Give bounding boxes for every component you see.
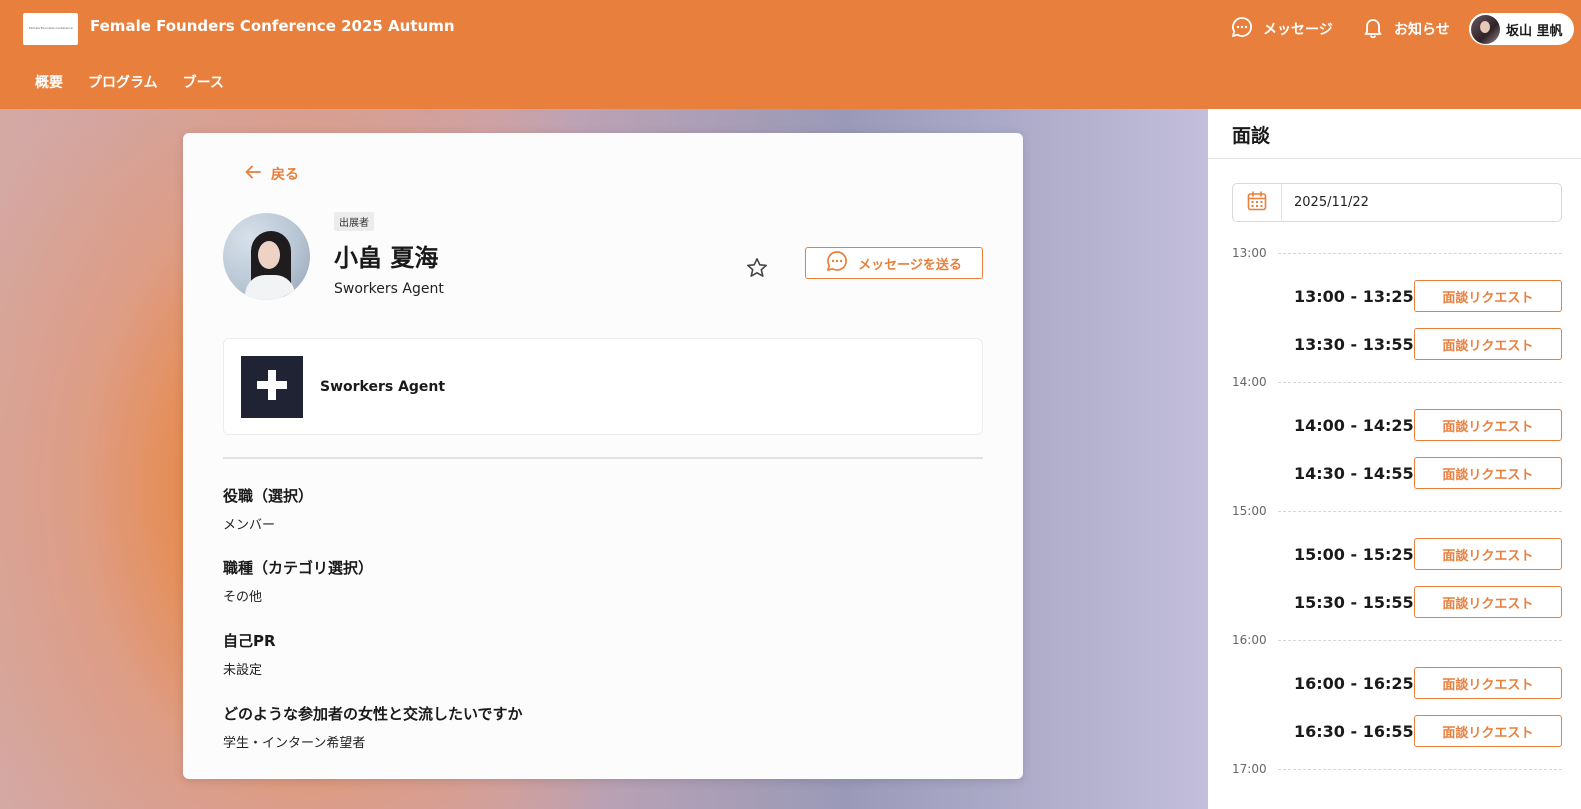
hour-divider: 14:00 [1232, 375, 1562, 389]
profile-photo [223, 213, 310, 300]
sidebar-title: 面談 [1232, 125, 1271, 147]
slot-time: 13:30 - 13:55 [1294, 334, 1414, 354]
role-badge: 出展者 [334, 212, 374, 231]
time-slot: 16:30 - 16:55 面談リクエスト [1294, 715, 1562, 747]
header-messages-label: メッセージ [1263, 22, 1333, 38]
divider [1208, 158, 1581, 159]
back-button[interactable]: 戻る [245, 164, 299, 184]
slot-time: 15:00 - 15:25 [1294, 544, 1414, 564]
star-outline-icon [745, 256, 769, 284]
field-label: 職種（カテゴリ選択） [223, 559, 374, 577]
time-slot: 13:00 - 13:25 面談リクエスト [1294, 280, 1562, 312]
meeting-request-button[interactable]: 面談リクエスト [1413, 538, 1562, 570]
avatar [1471, 14, 1500, 44]
header-notifications-button[interactable]: お知らせ [1362, 16, 1450, 42]
company-card[interactable]: Sworkers Agent [223, 338, 983, 435]
hour-label: 16:00 [1232, 633, 1267, 647]
time-slot: 13:30 - 13:55 面談リクエスト [1294, 328, 1562, 360]
top-header: Female Founders Conference Female Founde… [0, 0, 1581, 109]
field-value: その他 [223, 590, 263, 605]
time-slot: 15:00 - 15:25 面談リクエスト [1294, 538, 1562, 570]
person-name: 小畠 夏海 [334, 244, 439, 272]
hour-label: 15:00 [1232, 504, 1267, 518]
send-message-button[interactable]: メッセージを送る [805, 247, 983, 279]
time-slot: 14:30 - 14:55 面談リクエスト [1294, 457, 1562, 489]
meeting-sidebar[interactable]: 面談 2025/11/22 13:00 13:00 - 13:25 面談リクエス… [1208, 109, 1581, 809]
slot-time: 14:30 - 14:55 [1294, 463, 1414, 483]
slot-time: 16:30 - 16:55 [1294, 721, 1414, 741]
tab-program[interactable]: プログラム [88, 72, 158, 92]
arrow-left-icon [245, 165, 261, 183]
chat-bubble-icon [826, 250, 848, 276]
slot-time: 16:00 - 16:25 [1294, 673, 1414, 693]
meeting-request-button[interactable]: 面談リクエスト [1413, 715, 1562, 747]
date-picker[interactable]: 2025/11/22 [1232, 183, 1562, 222]
event-logo[interactable]: Female Founders Conference [23, 13, 78, 45]
event-title: Female Founders Conference 2025 Autumn [90, 17, 455, 35]
field-self-pr: 自己PR 未設定 [223, 630, 276, 678]
field-desired-contacts: どのような参加者の女性と交流したいですか 学生・インターン希望者 [223, 703, 523, 751]
send-message-label: メッセージを送る [858, 257, 962, 273]
hour-divider: 15:00 [1232, 504, 1562, 518]
plus-mark-icon [254, 367, 290, 407]
field-value: 未設定 [223, 663, 263, 678]
time-slot: 16:00 - 16:25 面談リクエスト [1294, 667, 1562, 699]
slot-time: 13:00 - 13:25 [1294, 286, 1414, 306]
field-position: 役職（選択） メンバー [223, 485, 313, 533]
hour-divider: 13:00 [1232, 246, 1562, 260]
tab-booth[interactable]: ブース [183, 72, 224, 92]
time-slot: 14:00 - 14:25 面談リクエスト [1294, 409, 1562, 441]
date-value: 2025/11/22 [1294, 195, 1369, 210]
meeting-request-button[interactable]: 面談リクエスト [1413, 667, 1562, 699]
main-nav: 概要 プログラム ブース [35, 72, 224, 92]
meeting-request-button[interactable]: 面談リクエスト [1413, 328, 1562, 360]
field-label: 自己PR [223, 632, 276, 650]
hour-label: 13:00 [1232, 246, 1267, 260]
meeting-request-button[interactable]: 面談リクエスト [1413, 586, 1562, 618]
favorite-button[interactable] [734, 247, 780, 293]
meeting-request-button[interactable]: 面談リクエスト [1413, 280, 1562, 312]
company-logo [241, 356, 303, 418]
profile-card: 戻る 出展者 小畠 夏海 Sworkers Agent メッセージを送る Swo… [183, 133, 1023, 779]
bell-icon [1362, 16, 1384, 42]
hour-label: 14:00 [1232, 375, 1267, 389]
hour-divider: 17:00 [1232, 762, 1562, 776]
person-company: Sworkers Agent [334, 281, 444, 297]
hour-label: 17:00 [1232, 762, 1267, 776]
user-name: 坂山 里帆 [1506, 23, 1563, 39]
hour-divider: 16:00 [1232, 633, 1562, 647]
chat-bubble-icon [1231, 16, 1253, 42]
field-value: メンバー [223, 518, 276, 533]
field-job-category: 職種（カテゴリ選択） その他 [223, 557, 373, 605]
meeting-request-button[interactable]: 面談リクエスト [1413, 457, 1562, 489]
slot-time: 15:30 - 15:55 [1294, 592, 1414, 612]
slot-time: 14:00 - 14:25 [1294, 415, 1414, 435]
header-notifications-label: お知らせ [1394, 22, 1450, 38]
divider [223, 457, 983, 459]
time-slot: 15:30 - 15:55 面談リクエスト [1294, 586, 1562, 618]
calendar-button[interactable] [1233, 184, 1282, 221]
header-messages-button[interactable]: メッセージ [1231, 16, 1333, 42]
back-label: 戻る [271, 167, 299, 183]
field-label: どのような参加者の女性と交流したいですか [223, 705, 523, 723]
field-label: 役職（選択） [223, 487, 314, 505]
calendar-icon [1246, 190, 1268, 216]
meeting-request-button[interactable]: 面談リクエスト [1413, 409, 1562, 441]
company-name: Sworkers Agent [320, 379, 446, 395]
tab-overview[interactable]: 概要 [35, 72, 63, 92]
field-value: 学生・インターン希望者 [223, 736, 366, 751]
user-menu[interactable]: 坂山 里帆 [1469, 13, 1574, 45]
event-logo-text: Female Founders Conference [29, 26, 73, 30]
